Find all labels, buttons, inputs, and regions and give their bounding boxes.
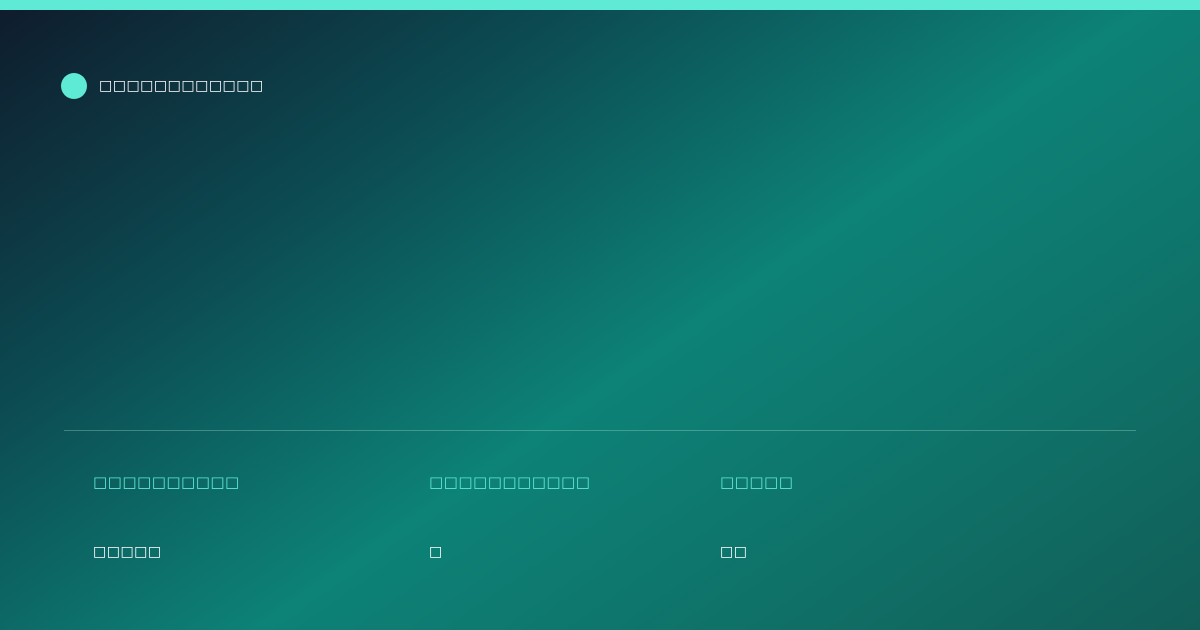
stat-value-3: □□: [720, 544, 748, 560]
divider: [64, 430, 1136, 431]
stat-label-1: □□□□□□□□□□: [93, 473, 240, 491]
stat-value-1: □□□□□: [93, 544, 162, 560]
brand: □□□□□□□□□□□□: [61, 73, 264, 99]
stat-value-2: □: [429, 544, 443, 560]
stat-label-3: □□□□□: [720, 473, 794, 491]
brand-name: □□□□□□□□□□□□: [99, 78, 264, 94]
social-card: □□□□□□□□□□□□ □□□□□□□□□□ □□□□□□□□□□□ □□□□…: [0, 0, 1200, 630]
circle-icon: [61, 73, 87, 99]
stat-label-2: □□□□□□□□□□□: [429, 473, 591, 491]
top-accent-bar: [0, 0, 1200, 10]
